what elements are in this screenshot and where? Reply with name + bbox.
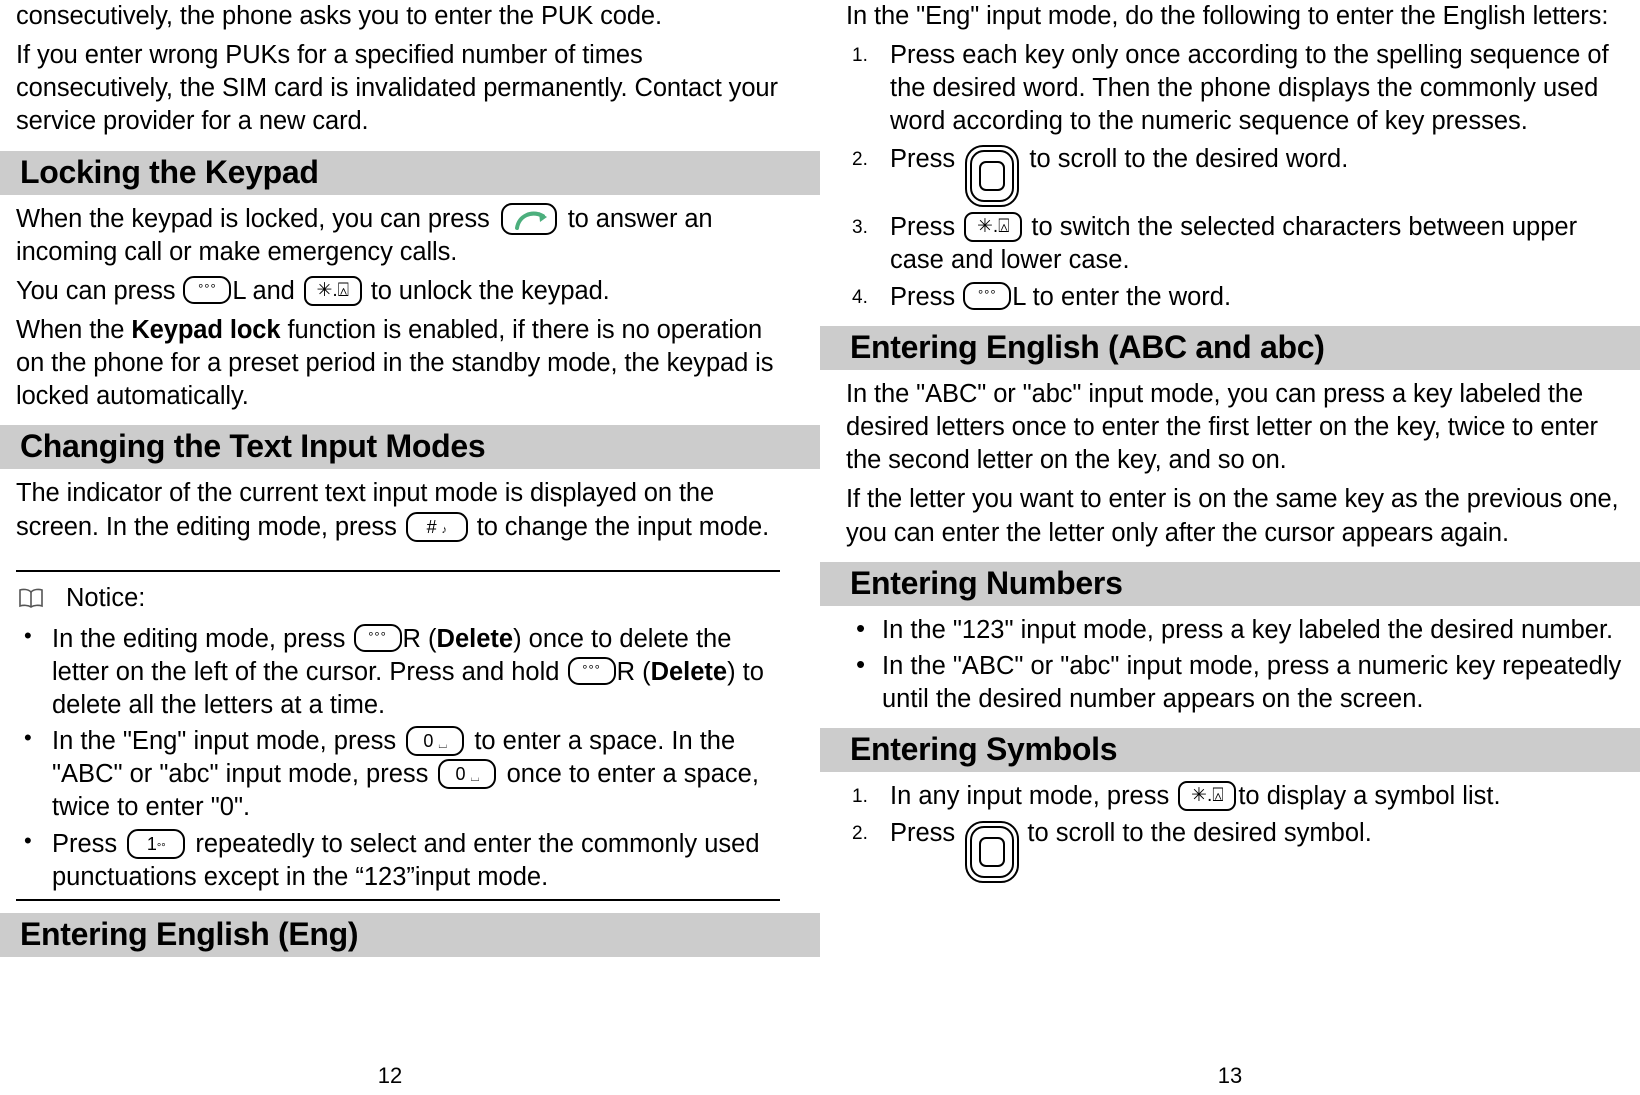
heading-entering-english-eng: Entering English (Eng) (0, 912, 820, 957)
notice-block: Notice: In the editing mode, press °°° R … (16, 569, 780, 901)
step-number: 2. (852, 148, 868, 170)
soft-key-dots: °°° (198, 280, 217, 296)
soft-key-dots: °°° (582, 661, 601, 677)
list-item: In the "ABC" or "abc" input mode, press … (846, 648, 1622, 716)
step-number: 4. (852, 286, 868, 308)
right-page-column: In the "Eng" input mode, do the followin… (820, 0, 1640, 1095)
soft-key-icon: °°° (353, 623, 402, 652)
heading-entering-numbers: Entering Numbers (820, 561, 1640, 606)
list-item: In the "Eng" input mode, press 0 ⌴ to en… (16, 724, 780, 824)
symbols-steps-list: 1. In any input mode, press ✳.⍓ to displa… (846, 780, 1622, 884)
notice-header: Notice: (18, 584, 780, 613)
list-item: 2. Press to scroll to the desired word. (846, 143, 1622, 207)
step-number: 2. (852, 823, 868, 845)
soft-key-icon: °°° (963, 281, 1012, 310)
symbol-step-1-text-a: In any input mode, press (890, 782, 1170, 811)
puk-paragraph: If you enter wrong PUKs for a specified … (16, 41, 778, 136)
keypad-lock-paragraph: When the Keypad lock function is enabled… (16, 314, 780, 413)
soft-key-icon: °°° (183, 275, 232, 304)
list-item: In the editing mode, press °°°R (Delete)… (16, 622, 780, 722)
zero-space-key-icon: 0 ⌴ (438, 759, 497, 790)
right-page-number: 13 (1217, 1063, 1243, 1088)
notice-1-text-d: R ( (616, 657, 651, 686)
notice-1-bold-delete-2: Delete (650, 657, 728, 686)
notice-1-text-b: R ( (402, 624, 437, 653)
continued-paragraph: consecutively, the phone asks you to ent… (16, 2, 662, 30)
keypad-lock-text-a: When the (16, 316, 132, 345)
unlock-text-mid: L and (232, 276, 295, 305)
hash-key-glyph: # ♪ (426, 516, 447, 537)
left-page-column: consecutively, the phone asks you to ent… (0, 0, 820, 1095)
symbol-step-2-text-a: Press (890, 819, 956, 848)
one-key-glyph: 1°° (146, 833, 166, 854)
book-icon (18, 587, 44, 609)
star-lock-key-icon: ✳.⍓ (1178, 781, 1237, 812)
list-item: In the "123" input mode, press a key lab… (846, 612, 1622, 647)
heading-locking-the-keypad: Locking the Keypad (0, 150, 820, 195)
locked-keypad-paragraph: When the keypad is locked, you can press… (16, 202, 780, 269)
notice-1-text-a: In the editing mode, press (52, 624, 346, 653)
step-3-text-a: Press (890, 212, 956, 241)
notice-3-text-a: Press (52, 829, 118, 858)
list-item: 1. Press each key only once according to… (846, 39, 1622, 138)
navigation-scroll-key-icon (965, 821, 1020, 884)
abc-paragraph-2: If the letter you want to enter is on th… (846, 485, 1619, 547)
keypad-lock-bold: Keypad lock (131, 316, 281, 345)
step-number: 1. (852, 786, 868, 808)
star-key-glyph: ✳.⍓ (1191, 785, 1224, 807)
notice-bullet-list: In the editing mode, press °°°R (Delete)… (16, 622, 780, 894)
heading-changing-text-input-modes: Changing the Text Input Modes (0, 425, 820, 470)
list-item: 4. Press °°° L to enter the word. (846, 281, 1622, 314)
list-item: 3. Press ✳.⍓ to switch the selected char… (846, 211, 1622, 277)
star-key-glyph: ✳.⍓ (316, 279, 350, 301)
symbol-step-1-text-b: to display a symbol list. (1238, 782, 1501, 811)
list-item: Press 1°° repeatedly to select and enter… (16, 827, 780, 894)
step-4-text-b: L to enter the word. (1012, 282, 1232, 311)
step-1-text: Press each key only once according to th… (890, 41, 1609, 136)
star-lock-key-icon: ✳.⍓ (303, 275, 362, 306)
abc-paragraph-1: In the "ABC" or "abc" input mode, you ca… (846, 380, 1598, 475)
input-mode-indicator-paragraph: The indicator of the current text input … (16, 477, 780, 543)
zero-key-glyph: 0 ⌴ (423, 731, 448, 752)
locked-text-before: When the keypad is locked, you can press (16, 204, 490, 233)
indicator-text-after: to change the input mode. (476, 512, 770, 541)
step-number: 1. (852, 45, 868, 67)
unlock-text-before: You can press (16, 276, 176, 305)
eng-steps-list: 1. Press each key only once according to… (846, 39, 1622, 314)
notice-1-bold-delete: Delete (436, 624, 514, 653)
list-item: 2. Press to scroll to the desired symbol… (846, 817, 1622, 884)
notice-label: Notice: (66, 583, 146, 612)
star-key-glyph: ✳.⍓ (976, 215, 1010, 237)
one-punctuation-key-icon: 1°° (127, 828, 186, 859)
step-2-text-a: Press (890, 144, 956, 173)
hash-silent-key-icon: # ♪ (405, 511, 468, 542)
step-2-text-b: to scroll to the desired word. (1029, 144, 1349, 173)
soft-key-icon: °°° (567, 656, 616, 685)
zero-space-key-icon: 0 ⌴ (406, 726, 465, 757)
navigation-scroll-key-icon (965, 144, 1020, 207)
manual-page-spread: consecutively, the phone asks you to ent… (0, 0, 1640, 1095)
answer-call-key-icon (500, 202, 557, 235)
soft-key-dots: °°° (977, 286, 997, 302)
heading-entering-english-abc: Entering English (ABC and abc) (820, 325, 1640, 371)
zero-key-glyph: 0 ⌴ (455, 764, 480, 785)
unlock-text-after: to unlock the keypad. (370, 276, 610, 305)
left-page-number: 12 (377, 1063, 403, 1088)
eng-intro-paragraph: In the "Eng" input mode, do the followin… (846, 2, 1609, 30)
numbers-bullet-list: In the "123" input mode, press a key lab… (846, 612, 1622, 716)
symbol-step-2-text-b: to scroll to the desired symbol. (1027, 819, 1372, 848)
star-lock-key-icon: ✳.⍓ (964, 211, 1023, 242)
step-4-text-a: Press (890, 282, 956, 311)
step-number: 3. (852, 216, 868, 238)
notice-2-text-a: In the "Eng" input mode, press (52, 727, 397, 756)
heading-entering-symbols: Entering Symbols (820, 728, 1640, 773)
list-item: 1. In any input mode, press ✳.⍓ to displa… (846, 780, 1622, 813)
unlock-keypad-paragraph: You can press °°° L and ✳.⍓ to unlock the… (16, 275, 780, 308)
soft-key-dots: °°° (368, 628, 387, 644)
